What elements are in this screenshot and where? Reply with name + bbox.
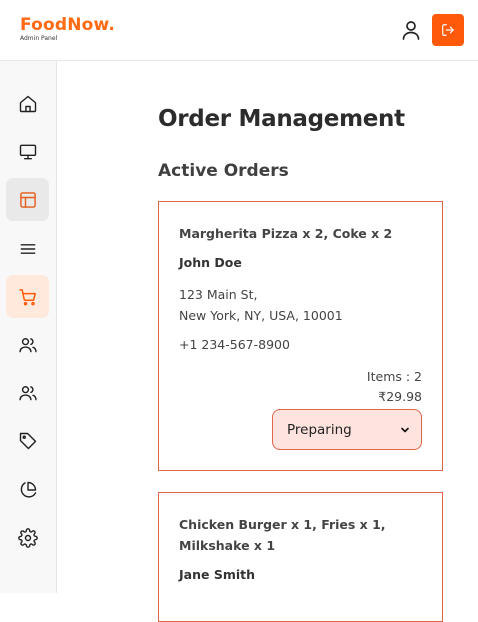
pie-chart-icon — [20, 481, 36, 498]
customer-name: John Doe — [179, 255, 242, 270]
tag-icon — [19, 432, 36, 449]
sidebar-item-home[interactable] — [6, 82, 49, 125]
brand-subtitle: Admin Panel — [20, 35, 58, 42]
customer-name: Jane Smith — [179, 567, 256, 582]
section-title: Active Orders — [158, 161, 289, 181]
address-line-2: New York, NY, USA, 10001 — [179, 308, 343, 323]
status-select[interactable]: Preparing — [272, 409, 422, 450]
cart-icon — [18, 288, 36, 305]
logout-button[interactable] — [432, 14, 464, 46]
sidebar-item-offers[interactable] — [6, 419, 49, 462]
logout-icon — [442, 24, 454, 36]
sidebar — [0, 61, 57, 593]
order-card[interactable]: Chicken Burger x 1, Fries x 1, Milkshake… — [158, 492, 443, 622]
sidebar-item-users[interactable] — [6, 323, 49, 366]
sidebar-item-orders[interactable] — [6, 275, 49, 318]
order-items: Margherita Pizza x 2, Coke x 2 — [179, 226, 393, 241]
items-count: Items : 2 — [366, 369, 422, 384]
brand-name: FoodNow. — [20, 15, 116, 35]
sidebar-item-menu[interactable] — [6, 227, 49, 270]
users-icon — [18, 337, 37, 352]
sidebar-item-settings[interactable] — [6, 516, 49, 559]
profile-button[interactable] — [399, 18, 423, 42]
order-total: ₹29.98 — [378, 389, 422, 404]
user-icon — [402, 21, 420, 40]
customer-address: 123 Main St, New York, NY, USA, 10001 — [179, 284, 343, 326]
home-icon — [19, 95, 36, 112]
chevron-down-icon — [401, 427, 409, 432]
gear-icon — [17, 527, 38, 548]
page-title: Order Management — [158, 106, 405, 132]
sidebar-item-staff[interactable] — [6, 371, 49, 414]
brand-logo[interactable]: FoodNow. Admin Panel — [20, 15, 116, 43]
users-icon — [18, 385, 37, 400]
order-card[interactable]: Margherita Pizza x 2, Coke x 2 John Doe … — [158, 201, 443, 471]
sidebar-item-reports[interactable] — [6, 468, 49, 511]
status-value: Preparing — [287, 421, 352, 438]
monitor-icon — [19, 144, 36, 159]
sidebar-item-display[interactable] — [6, 130, 49, 173]
order-items: Chicken Burger x 1, Fries x 1, Milkshake… — [179, 517, 386, 553]
sidebar-item-layout[interactable] — [6, 178, 49, 221]
layout-icon — [19, 191, 36, 208]
top-header: FoodNow. Admin Panel — [0, 0, 478, 61]
address-line-1: 123 Main St, — [179, 287, 258, 302]
menu-icon — [20, 243, 35, 254]
customer-phone: +1 234-567-8900 — [179, 337, 290, 352]
